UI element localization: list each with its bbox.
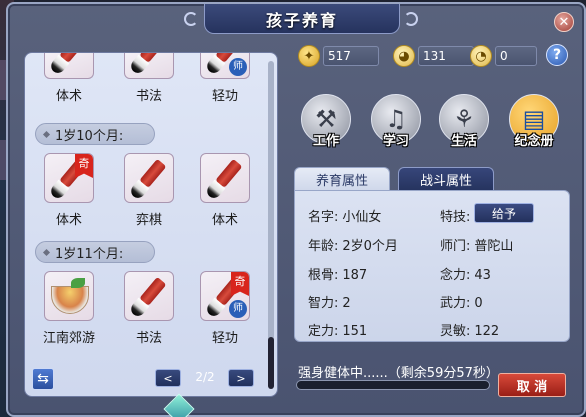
rare-badge-icon: 奇 bbox=[231, 272, 249, 296]
schedule-item-label: 轻功 bbox=[211, 89, 238, 104]
schedule-item[interactable]: 体术 bbox=[185, 153, 265, 228]
study-button[interactable]: ♫ 学习 bbox=[367, 94, 425, 154]
smile-face-coin-icon: ◕ bbox=[393, 45, 415, 67]
album-button[interactable]: ▤ 纪念册 bbox=[505, 94, 563, 154]
status-text: 强身健体中......（剩余59分57秒） bbox=[298, 366, 499, 381]
cancel-button[interactable]: 取 消 bbox=[498, 373, 566, 397]
schedule-item[interactable]: 弈棋 bbox=[109, 153, 189, 228]
currency-value: 517 bbox=[323, 46, 379, 66]
brush-icon bbox=[200, 153, 250, 203]
group-title: 1岁10个月: bbox=[55, 128, 124, 144]
window-title: 孩子养育 bbox=[265, 10, 338, 30]
attr-name: 名字: 小仙女 bbox=[308, 210, 382, 225]
action-label: 工作 bbox=[312, 134, 339, 149]
attr-sect: 师门: 普陀山 bbox=[440, 239, 514, 254]
prev-page-button[interactable]: < bbox=[155, 369, 181, 387]
give-button[interactable]: 给予 bbox=[474, 203, 534, 223]
life-button[interactable]: ⚘ 生活 bbox=[435, 94, 493, 154]
schedule-item-label: 书法 bbox=[135, 89, 162, 104]
brush-icon bbox=[44, 53, 94, 79]
schedule-item-label: 体术 bbox=[211, 213, 238, 228]
next-page-button[interactable]: > bbox=[228, 369, 254, 387]
schedule-item-label: 轻功 bbox=[211, 331, 238, 346]
title-ornament-left bbox=[184, 12, 198, 26]
action-label: 学习 bbox=[382, 134, 409, 149]
currency-content: ◔ 0 bbox=[470, 45, 537, 67]
schedule-item[interactable]: 奇 体术 bbox=[29, 153, 109, 228]
brush-icon bbox=[124, 53, 174, 79]
group-header: 1岁10个月: bbox=[35, 123, 155, 145]
brush-icon bbox=[124, 271, 174, 321]
attr-force: 武力: 0 bbox=[440, 296, 483, 311]
schedule-scrollbar[interactable] bbox=[268, 61, 274, 389]
schedule-item[interactable]: 体术 bbox=[29, 53, 109, 104]
brush-icon: 师 bbox=[200, 53, 250, 79]
rare-badge-icon: 奇 bbox=[75, 154, 93, 178]
title-bar: 孩子养育 bbox=[204, 4, 400, 34]
currency-gold: ✦ 517 bbox=[298, 45, 379, 67]
schedule-item[interactable]: 奇 师 轻功 bbox=[185, 271, 265, 346]
brush-icon: 奇 师 bbox=[200, 271, 250, 321]
master-badge-icon: 师 bbox=[229, 300, 247, 318]
attr-focus: 定力: 151 bbox=[308, 324, 368, 339]
attr-agility: 灵敏: 122 bbox=[440, 324, 500, 339]
master-badge-icon: 师 bbox=[229, 58, 247, 76]
currency-happiness: ◕ 131 bbox=[393, 45, 474, 67]
brush-icon: 奇 bbox=[44, 153, 94, 203]
help-button[interactable]: ? bbox=[546, 44, 568, 66]
attr-mind: 念力: 43 bbox=[440, 268, 491, 283]
attr-age: 年龄: 2岁0个月 bbox=[308, 239, 398, 254]
schedule-item-label: 体术 bbox=[55, 89, 82, 104]
page-indicator: 2/2 bbox=[195, 370, 215, 384]
work-button[interactable]: ⚒ 工作 bbox=[297, 94, 355, 154]
group-header: 1岁11个月: bbox=[35, 241, 155, 263]
swap-button[interactable]: ⇆ bbox=[32, 368, 54, 390]
schedule-item-label: 体术 bbox=[55, 213, 82, 228]
schedule-item-label: 弈棋 bbox=[135, 213, 162, 228]
status-progress-bar bbox=[296, 380, 490, 390]
swap-icon: ⇆ bbox=[37, 371, 49, 387]
diamond-bullet-icon bbox=[42, 130, 51, 138]
schedule-item-label: 江南郊游 bbox=[42, 331, 95, 346]
action-label: 纪念册 bbox=[514, 134, 554, 149]
tab-combat-attributes[interactable]: 战斗属性 bbox=[398, 167, 494, 191]
schedule-item[interactable]: 书法 bbox=[109, 53, 189, 104]
schedule-panel: 体术 书法 师 轻功 1岁10个月: 奇 体术 弈棋 体术 1岁11个月: 江南… bbox=[24, 52, 278, 397]
noodle-bowl-icon bbox=[44, 271, 94, 321]
gold-coin-icon: ✦ bbox=[298, 45, 320, 67]
close-icon: ✕ bbox=[558, 14, 570, 30]
attr-intelligence: 智力: 2 bbox=[308, 296, 351, 311]
schedule-item-label: 书法 bbox=[135, 331, 162, 346]
currency-value: 0 bbox=[495, 46, 537, 66]
attr-bone: 根骨: 187 bbox=[308, 268, 368, 283]
schedule-item[interactable]: 江南郊游 bbox=[29, 271, 109, 346]
brush-icon bbox=[124, 153, 174, 203]
action-label: 生活 bbox=[450, 134, 477, 149]
diamond-bullet-icon bbox=[42, 248, 51, 256]
tab-nurture-attributes[interactable]: 养育属性 bbox=[294, 167, 390, 191]
schedule-item[interactable]: 书法 bbox=[109, 271, 189, 346]
attr-skill: 特技: bbox=[440, 210, 471, 225]
title-ornament-right bbox=[404, 12, 418, 26]
scrollbar-thumb[interactable] bbox=[268, 337, 274, 389]
schedule-item[interactable]: 师 轻功 bbox=[185, 53, 265, 104]
content-face-coin-icon: ◔ bbox=[470, 45, 492, 67]
currency-value: 131 bbox=[418, 46, 474, 66]
group-title: 1岁11个月: bbox=[55, 246, 124, 262]
close-button[interactable]: ✕ bbox=[554, 12, 574, 32]
